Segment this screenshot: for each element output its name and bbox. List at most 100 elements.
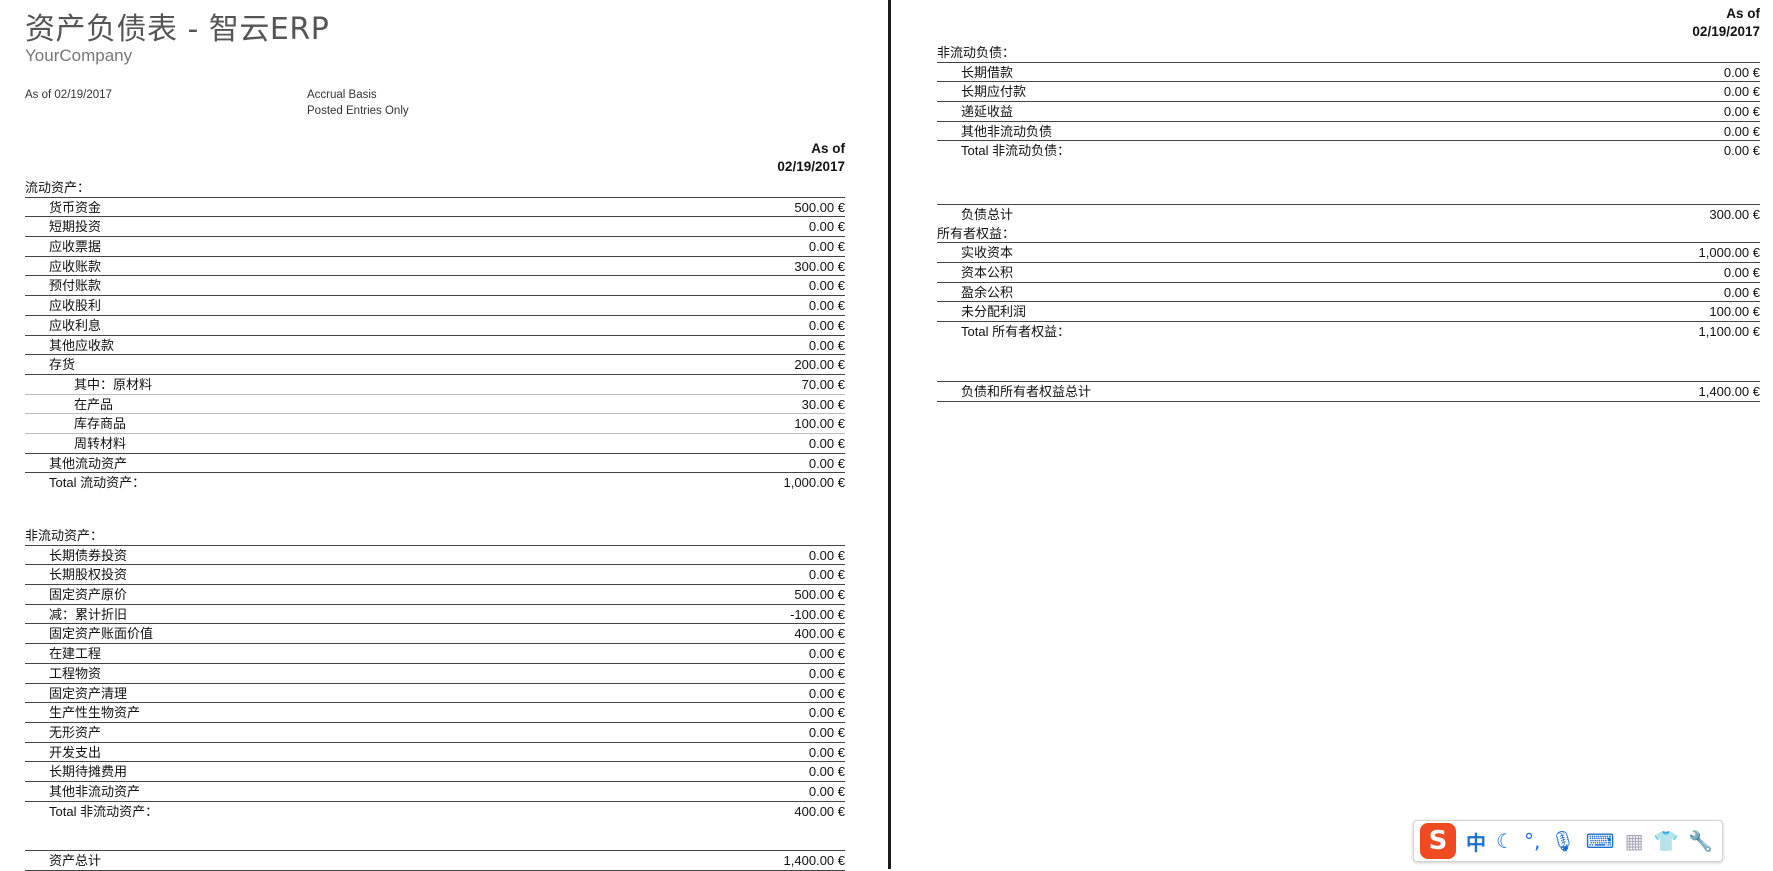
- chinese-mode-button[interactable]: 中: [1466, 827, 1486, 856]
- row-value: 0.00 €: [808, 317, 845, 333]
- table-row: 应收账款 300.00 €: [25, 257, 845, 277]
- row-label: 其他流动资产: [49, 455, 128, 471]
- row-value: 0.00 €: [1723, 104, 1760, 120]
- table-row: 其他应收款 0.00 €: [25, 336, 845, 356]
- as-of-date: As of 02/19/2017: [25, 89, 112, 101]
- ime-toolbar[interactable]: S 中 ☾ °, 🎙 ⌨ ▦ 👕 🔧: [1413, 820, 1723, 862]
- total-liab-equity-table: 负债和所有者权益总计 1,400.00 €: [937, 381, 1760, 402]
- row-label: 负债和所有者权益总计: [961, 384, 1092, 399]
- table-row: 短期投资 0.00 €: [25, 217, 845, 238]
- table-row: 开发支出 0.00 €: [25, 743, 845, 763]
- table-row: 货币资金 500.00 €: [25, 198, 845, 218]
- row-value: 500.00 €: [794, 199, 845, 215]
- table-row: 资本公积 0.00 €: [937, 263, 1760, 283]
- moon-icon[interactable]: ☾: [1496, 829, 1514, 853]
- row-label: Total 非流动资产：: [49, 803, 159, 819]
- table-row: 长期应付款 0.00 €: [937, 82, 1760, 103]
- row-value: 0.00 €: [808, 705, 845, 721]
- sogou-logo-icon[interactable]: S: [1420, 823, 1456, 859]
- row-value: 70.00 €: [801, 376, 845, 392]
- row-label: 货币资金: [49, 199, 102, 215]
- keyboard-icon[interactable]: ⌨: [1586, 829, 1615, 853]
- table-row: 未分配利润 100.00 €: [937, 302, 1760, 323]
- row-label: 固定资产清理: [49, 685, 128, 701]
- table-row: 预付账款 0.00 €: [25, 276, 845, 297]
- noncurrent-assets-table: 非流动资产： 长期债券投资 0.00 € 长期股权投资 0.00 € 固定资产原价 5…: [25, 526, 845, 820]
- row-value: 1,400.00 €: [1698, 384, 1760, 399]
- row-label: 在产品: [74, 396, 114, 412]
- row-value: 0.00 €: [808, 646, 845, 662]
- section-heading-noncurrent-assets: 非流动资产：: [25, 526, 845, 546]
- table-row: 长期待摊费用 0.00 €: [25, 762, 845, 782]
- row-value: 200.00 €: [794, 357, 845, 373]
- row-value: 30.00 €: [801, 396, 845, 412]
- row-label: 长期待摊费用: [49, 764, 128, 780]
- report-title: 资产负债表 - 智云ERP: [25, 12, 330, 47]
- row-label: 应收票据: [49, 239, 102, 255]
- row-value: 0.00 €: [808, 665, 845, 681]
- row-label: Total 流动资产：: [49, 475, 146, 491]
- row-label: 长期应付款: [961, 84, 1027, 100]
- table-row: 存货 200.00 €: [25, 355, 845, 375]
- row-label: 实收资本: [961, 245, 1014, 261]
- total-assets-table: 资产总计 1,400.00 €: [25, 850, 845, 871]
- row-label: 其他非流动资产: [49, 783, 141, 799]
- table-row: 其中：原材料 70.00 €: [25, 375, 845, 395]
- row-value: 0.00 €: [808, 219, 845, 235]
- row-value: 0.00 €: [1723, 123, 1760, 139]
- row-value: 0.00 €: [808, 567, 845, 583]
- row-label: 应收股利: [49, 298, 102, 314]
- total-row-noncurrent-assets: Total 非流动资产： 400.00 €: [25, 802, 845, 821]
- row-value: 0.00 €: [808, 783, 845, 799]
- row-value: 0.00 €: [808, 764, 845, 780]
- row-label: 预付账款: [49, 278, 102, 294]
- row-label: 减：累计折旧: [49, 606, 128, 622]
- total-assets-row: 资产总计 1,400.00 €: [25, 850, 845, 871]
- table-row: 长期股权投资 0.00 €: [25, 565, 845, 586]
- row-label: 递延收益: [961, 104, 1014, 120]
- row-value: 0.00 €: [808, 278, 845, 294]
- row-value: 0.00 €: [1723, 64, 1760, 80]
- punctuation-icon[interactable]: °,: [1524, 829, 1540, 853]
- row-value: 0.00 €: [808, 239, 845, 255]
- row-value: 1,100.00 €: [1698, 324, 1760, 340]
- section-heading-noncurrent-liabilities: 非流动负债：: [937, 43, 1760, 63]
- row-label: 资本公积: [961, 265, 1014, 281]
- microphone-icon[interactable]: 🎙: [1550, 829, 1575, 853]
- column-header-line1: As of: [811, 141, 845, 156]
- row-label: 其中：原材料: [74, 376, 153, 392]
- toolbox-icon[interactable]: ▦: [1625, 829, 1644, 853]
- table-row: 固定资产账面价值 400.00 €: [25, 624, 845, 645]
- row-label: 未分配利润: [961, 304, 1027, 320]
- liabilities-table: 非流动负债： 长期借款 0.00 € 长期应付款 0.00 € 递延收益 0.00 €…: [937, 43, 1760, 160]
- row-label: 应收账款: [49, 258, 102, 274]
- settings-icon[interactable]: 🔧: [1688, 829, 1713, 853]
- row-value: 0.00 €: [1723, 84, 1760, 100]
- table-row: 应收利息 0.00 €: [25, 316, 845, 336]
- row-value: 0.00 €: [808, 455, 845, 471]
- table-row: 应收票据 0.00 €: [25, 237, 845, 257]
- total-row-current-assets: Total 流动资产： 1,000.00 €: [25, 473, 845, 492]
- section-heading-equity: 所有者权益：: [937, 224, 1760, 244]
- table-row: 生产性生物资产 0.00 €: [25, 703, 845, 723]
- table-row: 其他流动资产 0.00 €: [25, 454, 845, 474]
- row-value: 0.00 €: [808, 435, 845, 451]
- table-row: 无形资产 0.00 €: [25, 723, 845, 743]
- row-value: 400.00 €: [794, 626, 845, 642]
- row-value: 300.00 €: [1709, 207, 1760, 222]
- row-value: 1,400.00 €: [783, 853, 845, 868]
- row-label: 工程物资: [49, 665, 102, 681]
- row-label: Total 所有者权益：: [961, 324, 1071, 340]
- inventory-sub-rows: 其中：原材料 70.00 € 在产品 30.00 € 库存商品 100.00 € 周转…: [25, 375, 845, 454]
- skin-icon[interactable]: 👕: [1653, 829, 1678, 853]
- row-label: 资产总计: [49, 853, 102, 868]
- row-value: 500.00 €: [794, 587, 845, 603]
- table-row: 长期债券投资 0.00 €: [25, 546, 845, 566]
- current-assets-rows: 货币资金 500.00 € 短期投资 0.00 € 应收票据 0.00 € 应收账款 3…: [25, 198, 845, 375]
- total-row-equity: Total 所有者权益： 1,100.00 €: [937, 322, 1760, 341]
- row-value: 0.00 €: [1723, 265, 1760, 281]
- column-header-line2: 02/19/2017: [777, 159, 845, 174]
- table-row: 递延收益 0.00 €: [937, 102, 1760, 122]
- table-row: 固定资产清理 0.00 €: [25, 684, 845, 704]
- row-value: 1,000.00 €: [783, 475, 845, 491]
